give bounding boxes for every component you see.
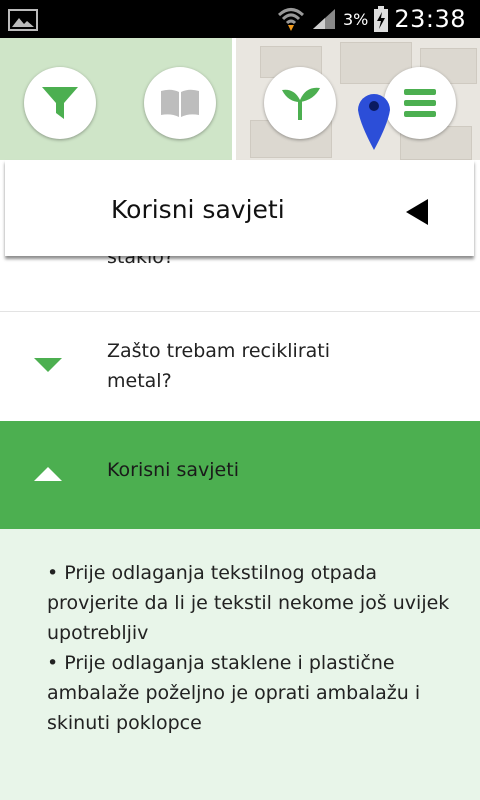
battery-percent: 3% [342, 9, 369, 29]
menu-button[interactable] [384, 67, 456, 139]
tip-item: • Prije odlaganja tekstilnog otpada prov… [47, 562, 450, 644]
status-bar: 3% 23:38 [0, 0, 480, 38]
map-pin-icon[interactable] [356, 88, 392, 152]
chevron-up-icon [34, 467, 62, 481]
filter-button[interactable] [24, 67, 96, 139]
clock: 23:38 [394, 5, 466, 33]
plant-button[interactable] [264, 67, 336, 139]
list-item-korisni-savjeti[interactable]: Korisni savjeti [0, 421, 480, 529]
list-item[interactable]: staklo? [0, 256, 480, 312]
filter-icon [42, 87, 78, 119]
list-item-metal[interactable]: Zašto trebam reciklirati metal? [0, 312, 480, 420]
signal-icon [312, 9, 335, 29]
tip-item: • Prije odlaganja staklene i plastične a… [47, 652, 421, 734]
expanded-content: • Prije odlaganja tekstilnog otpada prov… [0, 529, 480, 800]
book-button[interactable] [144, 67, 216, 139]
sprout-icon [282, 87, 320, 120]
tips-list: • Prije odlaganja tekstilnog otpada prov… [47, 558, 457, 738]
list-item-label: Korisni savjeti [107, 459, 239, 481]
header-title: Korisni savjeti [111, 195, 285, 224]
book-icon [161, 89, 199, 117]
wifi-icon [277, 8, 304, 31]
menu-icon [404, 89, 436, 117]
list-item-label: staklo? [107, 256, 174, 268]
battery-charging-icon [374, 6, 389, 32]
back-triangle-icon[interactable] [404, 198, 430, 226]
chevron-down-icon [34, 358, 62, 372]
gallery-icon [8, 9, 38, 31]
list-item-label: Zašto trebam reciklirati metal? [107, 340, 331, 392]
map-road [232, 38, 236, 160]
